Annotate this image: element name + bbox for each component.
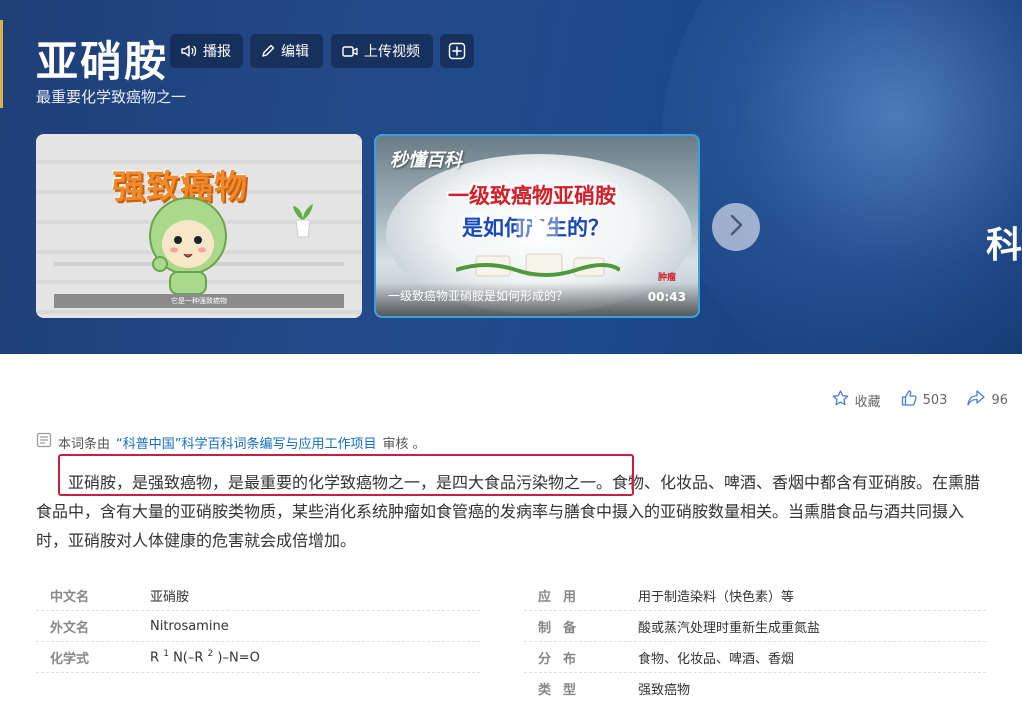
basic-info-name: 外文名 <box>50 620 90 636</box>
basic-info-value: 用于制造染料（快色素）等 <box>638 589 795 605</box>
document-icon <box>36 432 52 452</box>
basic-info-value: 强致癌物 <box>638 682 691 698</box>
basic-info-cell: 化学式 R 1 N(–R 2 )–N=O <box>36 642 480 673</box>
basic-info-value: 亚硝胺 <box>150 589 190 605</box>
plus-square-icon <box>448 42 466 60</box>
upload-video-label: 上传视频 <box>364 44 420 60</box>
review-source-line: 本词条由 “科普中国”科学百科词条编写与应用工作项目 审核 。 <box>36 432 426 452</box>
formula-part: )–N=O <box>217 650 260 666</box>
lemma-content: 收藏 503 96 本词条由 “科普中国”科学百科词条编写与应用工作项目 审核 … <box>0 354 1022 722</box>
basic-info-row: 外文名 Nitrosamine 制备 酸或蒸汽处理时重新生成重氮盐 <box>36 611 986 642</box>
carousel-next-button[interactable] <box>712 203 760 251</box>
video-camera-icon <box>342 45 358 58</box>
edit-button[interactable]: 编辑 <box>250 34 323 68</box>
banner-edge-text: 科 <box>985 225 1022 266</box>
basic-info-name: 制备 <box>538 620 589 636</box>
chevron-right-icon <box>729 214 743 240</box>
source-link[interactable]: “科普中国”科学百科词条编写与应用工作项目 <box>116 433 376 452</box>
basic-info-cell: 中文名 亚硝胺 <box>36 580 480 611</box>
lemma-actions: 收藏 503 96 <box>832 390 1008 410</box>
thumbs-up-icon <box>901 390 917 410</box>
basic-info-value: 酸或蒸汽处理时重新生成重氮盐 <box>638 620 821 636</box>
basic-info-name: 类型 <box>538 682 589 698</box>
lemma-summary: 亚硝胺，是强致癌物，是最重要的化学致癌物之一，是四大食品污染物之一。食物、化妆品… <box>36 473 981 550</box>
basic-info-cell: 应用 用于制造染料（快色素）等 <box>524 580 986 611</box>
basic-info-table: 中文名 亚硝胺 应用 用于制造染料（快色素）等 外文名 Nitrosamine … <box>36 580 986 704</box>
play-audio-label: 播报 <box>203 44 231 60</box>
source-suffix: 审核 。 <box>382 436 426 452</box>
page-title: 亚硝胺 <box>36 37 169 86</box>
collect-button[interactable]: 收藏 <box>832 390 881 410</box>
media-card-image[interactable]: 强致癌物 它是一种强致癌物 <box>36 134 362 318</box>
chemical-formula: R 1 N(–R 2 )–N=O <box>150 649 260 665</box>
globe-decoration <box>662 0 1022 354</box>
star-icon <box>832 390 849 410</box>
basic-info-value: 食物、化妆品、啤酒、香烟 <box>638 651 795 667</box>
video-duration: 00:43 <box>647 290 686 304</box>
formula-part: R <box>150 650 160 666</box>
miaodong-baike-logo: 秒懂百科 <box>390 150 462 171</box>
basic-info-cell: 类型 强致癌物 <box>524 673 986 704</box>
edit-label: 编辑 <box>281 44 309 60</box>
speaker-icon <box>181 44 197 58</box>
collect-label: 收藏 <box>854 394 881 410</box>
share-button[interactable]: 96 <box>967 390 1008 410</box>
basic-info-value: Nitrosamine <box>150 618 229 634</box>
share-icon <box>967 390 986 410</box>
like-count: 503 <box>922 392 948 408</box>
basic-info-row: 类型 强致癌物 <box>36 673 986 704</box>
basic-info-row: 中文名 亚硝胺 应用 用于制造染料（快色素）等 <box>36 580 986 611</box>
basic-info-name: 化学式 <box>50 651 90 667</box>
tofu-dish-illustration <box>456 253 620 277</box>
pencil-icon <box>261 44 275 58</box>
lemma-header-banner: 科 亚硝胺 最重要化学致癌物之一 播报 编辑 上传视频 强致癌物 它是一种强致癌… <box>0 0 1022 354</box>
basic-info-cell: 制备 酸或蒸汽处理时重新生成重氮盐 <box>524 611 986 642</box>
basic-info-cell: 分布 食物、化妆品、啤酒、香烟 <box>524 642 986 673</box>
upload-video-button[interactable]: 上传视频 <box>331 34 433 68</box>
card-caption: 它是一种强致癌物 <box>54 294 344 308</box>
title-accent-line <box>0 20 3 108</box>
formula-sup: 1 <box>163 648 169 659</box>
basic-info-cell <box>36 673 480 704</box>
formula-sup: 2 <box>207 648 214 659</box>
formula-part: N(–R <box>173 650 204 666</box>
play-icon[interactable] <box>514 202 562 250</box>
video-caption: 一级致癌物亚硝胺是如何形成的？ <box>388 289 569 303</box>
media-card-video[interactable]: 秒懂百科 一级致癌物亚硝胺 是如何产生的？ 肿瘤 一级致癌物亚硝胺是如何形成的？… <box>374 134 700 318</box>
basic-info-name: 分布 <box>538 651 589 667</box>
cartoon-character-illustration <box>149 197 227 295</box>
basic-info-row: 化学式 R 1 N(–R 2 )–N=O 分布 食物、化妆品、啤酒、香烟 <box>36 642 986 673</box>
like-button[interactable]: 503 <box>901 390 948 410</box>
share-count: 96 <box>991 392 1008 408</box>
basic-info-name: 中文名 <box>50 589 90 605</box>
page-subtitle: 最重要化学致癌物之一 <box>36 88 187 106</box>
add-button[interactable] <box>440 34 474 68</box>
basic-info-name: 应用 <box>538 589 589 605</box>
basic-info-cell: 外文名 Nitrosamine <box>36 611 480 642</box>
plant-illustration <box>293 204 313 238</box>
source-prefix: 本词条由 <box>58 436 111 452</box>
play-audio-button[interactable]: 播报 <box>170 34 243 68</box>
